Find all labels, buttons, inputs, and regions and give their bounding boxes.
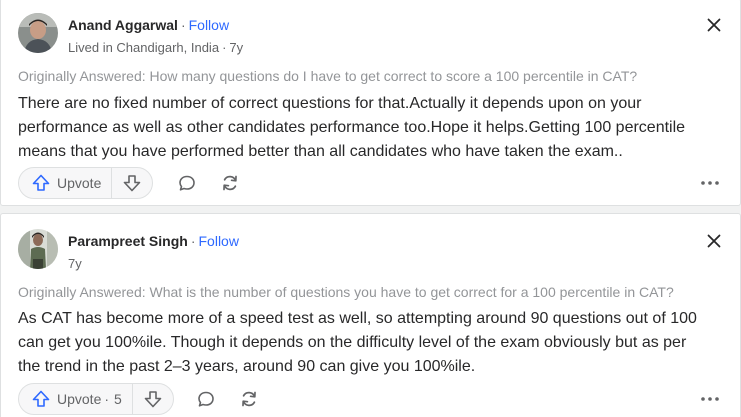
downvote-button[interactable]	[112, 168, 152, 198]
answer-age[interactable]: 7y	[229, 40, 243, 55]
upvote-count: 5	[114, 391, 122, 407]
separator-dot: ·	[190, 233, 196, 249]
author-name[interactable]: Parampreet Singh	[68, 233, 188, 249]
avatar[interactable]	[18, 229, 58, 269]
answer-text-line: As CAT has become more of a speed test a…	[18, 310, 697, 327]
avatar-photo	[18, 13, 58, 53]
upvote-label: Upvote	[57, 175, 102, 191]
originally-answered-question[interactable]: Originally Answered: How many questions …	[18, 67, 724, 85]
separator-dot: ·	[104, 391, 110, 407]
comment-icon	[179, 175, 195, 191]
answer-card: Parampreet Singh · Follow 7y Originally An…	[0, 213, 741, 417]
author-meta: 7y	[68, 256, 82, 272]
answer-text-line: means that you have performed better tha…	[18, 143, 623, 160]
follow-button[interactable]: Follow	[199, 233, 239, 249]
more-icon	[701, 397, 719, 401]
upvote-button[interactable]: Upvote · 5	[19, 384, 133, 414]
separator-dot: ·	[222, 40, 227, 55]
comment-icon	[198, 391, 214, 407]
author-meta: Lived in Chandigarh, India · 7y	[68, 40, 243, 56]
upvote-button[interactable]: Upvote	[19, 168, 113, 198]
author-line: Parampreet Singh · Follow	[68, 232, 239, 250]
author-credential[interactable]: Lived in Chandigarh, India	[68, 40, 219, 55]
action-bar: Upvote	[18, 167, 724, 199]
upvote-arrow-icon	[32, 390, 50, 407]
downvote-button[interactable]	[133, 384, 173, 414]
share-button[interactable]	[218, 171, 242, 195]
answer-text-line: There are no fixed number of correct que…	[18, 95, 642, 112]
downvote-arrow-icon	[124, 175, 141, 192]
downvote-arrow-icon	[144, 391, 162, 408]
close-icon	[707, 18, 721, 32]
answer-text-line: the trend in the past 2–3 years, around …	[18, 358, 476, 375]
vote-group: Upvote · 5	[18, 383, 174, 415]
answer-text-line: can get you 100%ile. Though it depends o…	[18, 334, 687, 351]
more-options-button[interactable]	[696, 387, 724, 411]
separator-dot: ·	[180, 17, 186, 33]
answer-text-line: performance as well as other candidates …	[18, 119, 686, 136]
comment-button[interactable]	[194, 387, 218, 411]
author-line: Anand Aggarwal · Follow	[68, 16, 229, 34]
vote-group: Upvote	[18, 167, 154, 199]
comment-button[interactable]	[175, 171, 199, 195]
author-name[interactable]: Anand Aggarwal	[68, 17, 178, 33]
share-icon	[223, 175, 237, 191]
share-button[interactable]	[237, 387, 261, 411]
close-button[interactable]	[705, 16, 723, 34]
avatar[interactable]	[18, 13, 58, 53]
share-icon	[242, 391, 256, 407]
follow-button[interactable]: Follow	[189, 17, 229, 33]
action-bar: Upvote · 5	[18, 383, 724, 415]
answer-body: There are no fixed number of correct que…	[18, 92, 728, 164]
answer-age[interactable]: 7y	[68, 256, 82, 271]
close-button[interactable]	[705, 232, 723, 250]
close-icon	[707, 234, 721, 248]
more-options-button[interactable]	[696, 171, 724, 195]
upvote-arrow-icon	[32, 174, 50, 191]
answer-card: Anand Aggarwal · Follow Lived in Chandigar…	[0, 0, 741, 206]
upvote-label: Upvote	[57, 391, 102, 407]
answer-body: As CAT has become more of a speed test a…	[18, 307, 728, 379]
originally-answered-question[interactable]: Originally Answered: What is the number …	[18, 283, 724, 301]
avatar-photo	[18, 229, 58, 269]
more-icon	[701, 181, 719, 185]
